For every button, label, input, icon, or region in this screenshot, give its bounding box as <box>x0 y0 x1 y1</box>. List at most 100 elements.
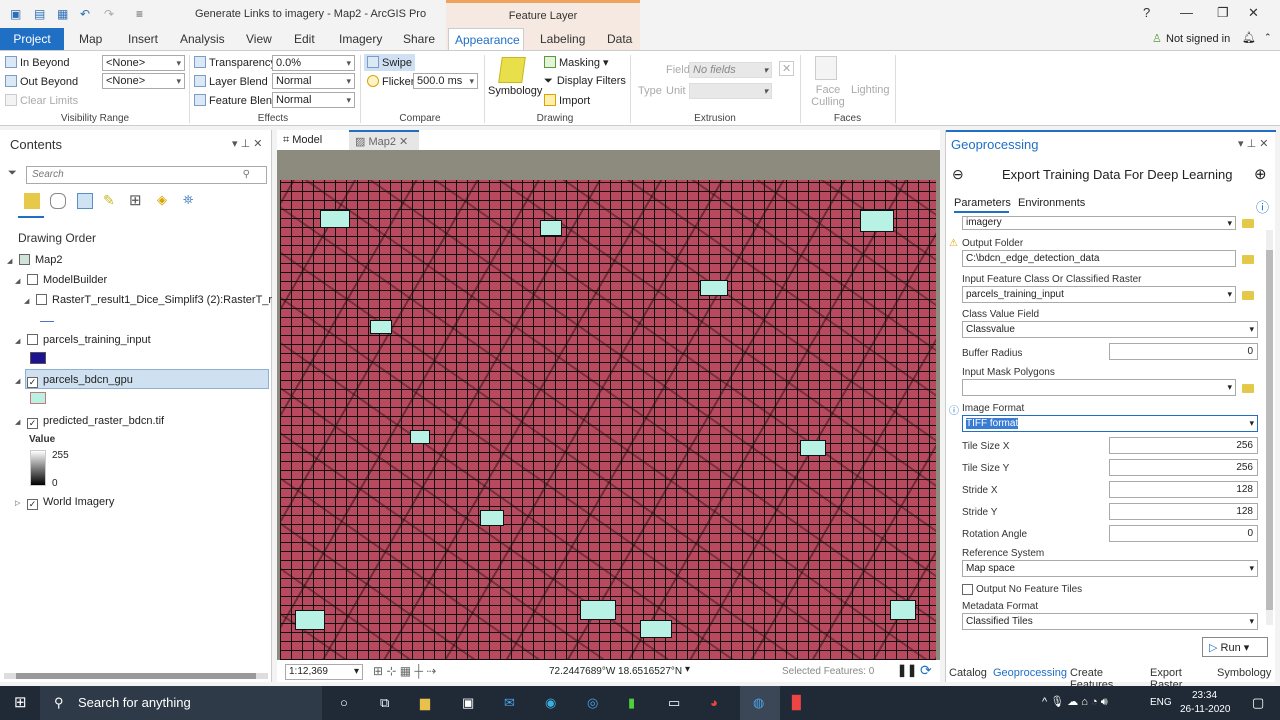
list-by-labeling-icon[interactable]: ◈ <box>157 192 167 208</box>
visibility-checkbox[interactable] <box>36 294 47 305</box>
visibility-checkbox[interactable]: ✓ <box>27 418 38 429</box>
training-symbol-swatch[interactable] <box>30 352 46 364</box>
sign-in-status[interactable]: Not signed in <box>1166 33 1230 45</box>
class-value-field-select[interactable]: Classvalue <box>962 321 1258 338</box>
transparency-input[interactable]: 0.0% <box>272 55 355 71</box>
camtasia-icon[interactable]: ▮ <box>628 695 635 711</box>
tab-share[interactable]: Share <box>397 28 441 50</box>
tab-labeling[interactable]: Labeling <box>534 28 591 50</box>
rotation-angle-input[interactable]: 0 <box>1109 525 1258 542</box>
bdcn-symbol-swatch[interactable] <box>30 392 46 404</box>
metadata-format-select[interactable]: Classified Tiles <box>962 613 1258 630</box>
layer-predicted-raster[interactable]: ◢ ✓ predicted_raster_bdcn.tif <box>15 415 164 429</box>
run-button[interactable]: ▷ Run ▾ <box>1202 637 1268 657</box>
extrusion-field-select[interactable]: No fields <box>689 62 772 78</box>
windows-start-icon[interactable]: ⊞ <box>14 693 27 711</box>
stride-x-input[interactable]: 128 <box>1109 481 1258 498</box>
map-tools-icons[interactable]: ⊞ ⊹ ▦ ┼ ⇢ <box>373 664 436 678</box>
tab-symbology[interactable]: Symbology <box>1217 667 1271 679</box>
tab-parameters[interactable]: Parameters <box>954 197 1011 209</box>
filter-icon[interactable]: ⏷ <box>8 167 17 180</box>
recorder-icon[interactable]: ▉ <box>792 695 802 711</box>
folder-icon[interactable] <box>1242 384 1254 393</box>
list-by-drawing-order-icon[interactable] <box>24 193 40 209</box>
language-indicator[interactable]: ENG <box>1150 697 1172 708</box>
visibility-checkbox[interactable]: ✓ <box>27 377 38 388</box>
tab-catalog[interactable]: Catalog <box>949 667 987 679</box>
selected-features-count[interactable]: Selected Features: 0 <box>782 666 874 677</box>
system-tray-icons[interactable]: ^ 🎙︎ ☁ ⌂ ◔ 🔊︎ <box>1042 695 1108 709</box>
action-center-icon[interactable]: ▢ <box>1252 695 1264 711</box>
tab-environments[interactable]: Environments <box>1018 197 1085 209</box>
clock-date[interactable]: 26-11-2020 <box>1180 704 1230 715</box>
swipe-button[interactable]: Swipe <box>364 54 415 71</box>
in-beyond-select[interactable]: <None> <box>102 55 185 71</box>
tab-map2[interactable]: ▨ Map2 ✕ <box>349 130 419 150</box>
clear-expression-icon[interactable]: ✕ <box>779 61 795 76</box>
tab-view[interactable]: View <box>240 28 278 50</box>
edge-icon[interactable]: ◉ <box>545 695 556 711</box>
list-by-source-icon[interactable] <box>50 193 66 209</box>
list-by-editing-icon[interactable]: ✎ <box>103 192 115 209</box>
extrusion-type-button[interactable]: Type <box>638 85 662 97</box>
clock-time[interactable]: 23:34 <box>1192 690 1217 701</box>
tab-project[interactable]: Project <box>0 28 64 50</box>
tab-geoprocessing[interactable]: Geoprocessing <box>993 667 1067 679</box>
search-icon[interactable]: ⚲ <box>243 169 250 180</box>
notification-bell-icon[interactable]: 🔔︎ <box>1242 31 1256 44</box>
layer-blend-select[interactable]: Normal <box>272 73 355 89</box>
collapse-ribbon-icon[interactable]: ⌃ <box>1264 32 1272 43</box>
out-beyond-button[interactable]: Out Beyond <box>5 75 78 88</box>
visibility-checkbox[interactable]: ✓ <box>27 499 38 510</box>
tab-analysis[interactable]: Analysis <box>174 28 231 50</box>
face-culling-button[interactable]: Face Culling <box>808 84 848 108</box>
display-filters-button[interactable]: ⏷ Display Filters <box>544 75 626 88</box>
input-raster-select[interactable]: imagery <box>962 216 1236 230</box>
feature-blend-select[interactable]: Normal <box>272 92 355 108</box>
output-folder-input[interactable]: C:\bdcn_edge_detection_data <box>962 250 1236 267</box>
taskbar-search[interactable]: ⚲ Search for anything <box>40 686 322 720</box>
buffer-radius-input[interactable]: 0 <box>1109 343 1258 360</box>
tab-insert[interactable]: Insert <box>122 28 164 50</box>
visibility-checkbox[interactable] <box>27 334 38 345</box>
back-button[interactable]: ⊖ <box>952 166 964 183</box>
redo-icon[interactable]: ↷ <box>104 7 114 21</box>
horizontal-scrollbar[interactable] <box>4 673 268 679</box>
tab-data[interactable]: Data <box>601 28 638 50</box>
file-explorer-icon[interactable]: ▆ <box>420 695 430 711</box>
flicker-rate-input[interactable]: 500.0 ms <box>413 73 478 89</box>
stride-y-input[interactable]: 128 <box>1109 503 1258 520</box>
layer-world-imagery[interactable]: ▷ ✓ World Imagery <box>15 496 114 510</box>
new-project-icon[interactable]: ▣ <box>10 7 21 21</box>
close-button[interactable]: ✕ <box>1248 5 1259 21</box>
clear-limits-button[interactable]: Clear Limits <box>5 94 78 107</box>
list-by-selection-icon[interactable] <box>77 193 93 209</box>
cortana-icon[interactable]: ○ <box>340 695 348 710</box>
pause-drawing-button[interactable]: ❚❚ <box>897 663 917 677</box>
lighting-button[interactable]: Lighting <box>851 84 890 96</box>
tab-model[interactable]: ⌗ Model <box>277 130 347 150</box>
output-no-feature-tiles-checkbox[interactable] <box>962 584 973 595</box>
pane-options-icon[interactable]: ▾ ⊥ ✕ <box>232 137 262 150</box>
layer-raster-result[interactable]: ◢ RasterT_result1_Dice_Simplif3 (2):Raste… <box>24 294 272 306</box>
scrollbar-thumb[interactable] <box>1266 250 1273 610</box>
tab-edit[interactable]: Edit <box>288 28 321 50</box>
import-button[interactable]: Import <box>544 94 590 107</box>
task-view-icon[interactable]: ⧉ <box>380 695 389 711</box>
tab-appearance[interactable]: Appearance <box>448 28 524 50</box>
list-by-perspective-imagery-icon[interactable]: ⛯ <box>183 192 193 208</box>
visibility-checkbox[interactable] <box>27 274 38 285</box>
pane-options-icon[interactable]: ▾ ⊥ ✕ <box>1238 137 1268 150</box>
minimize-button[interactable]: — <box>1180 5 1193 20</box>
layer-parcels-training-input[interactable]: ◢ parcels_training_input <box>15 334 151 346</box>
input-mask-polygons-select[interactable] <box>962 379 1236 396</box>
tile-size-y-input[interactable]: 256 <box>1109 459 1258 476</box>
flicker-button[interactable]: Flicker <box>367 75 414 88</box>
app-icon[interactable]: ◎ <box>587 695 598 711</box>
help-button[interactable]: ? <box>1143 5 1150 20</box>
customize-icon[interactable]: ≡ <box>136 7 143 21</box>
in-beyond-button[interactable]: In Beyond <box>5 56 70 69</box>
scrollbar-thumb[interactable] <box>16 673 256 679</box>
arcgis-pro-taskbar-button[interactable]: ◍ <box>740 686 780 720</box>
image-format-select[interactable]: TIFF format <box>962 415 1258 432</box>
